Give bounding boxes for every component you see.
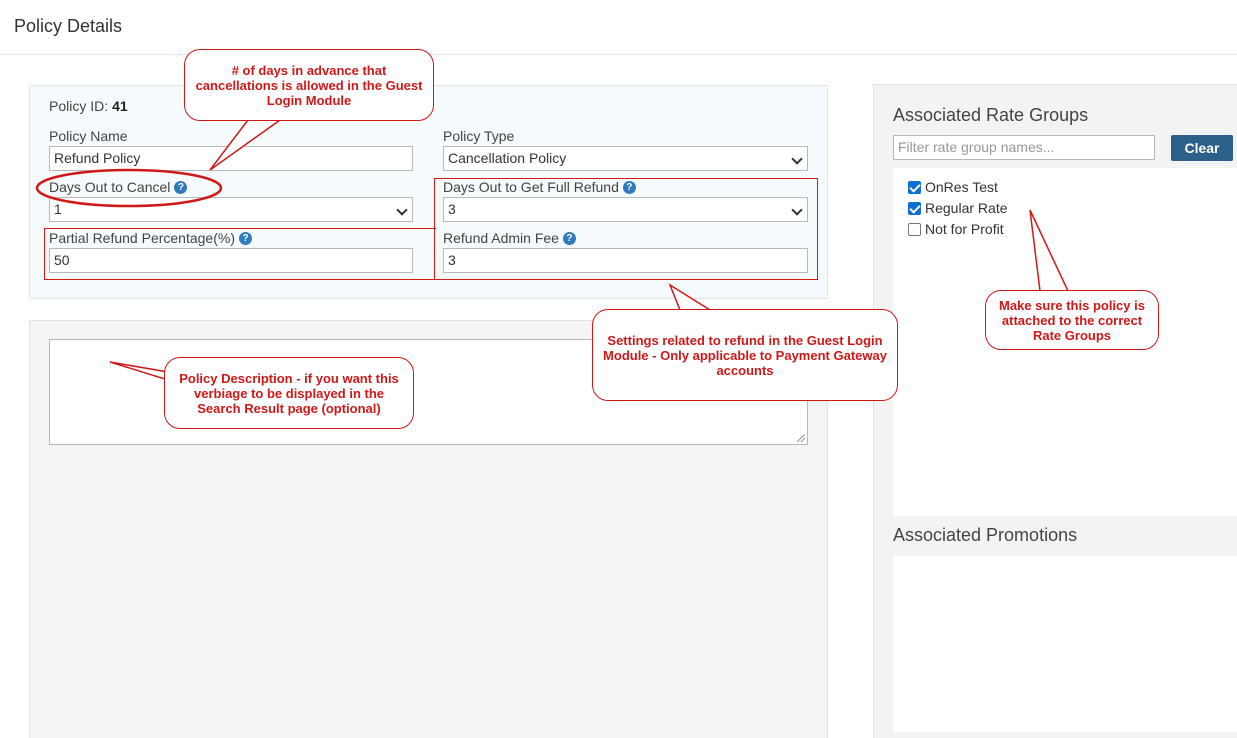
annotation-description: Policy Description - if you want this ve… [164,357,414,429]
days-out-to-cancel-select[interactable]: 1 [49,197,413,222]
rate-group-filter-input[interactable]: Filter rate group names... [893,135,1155,160]
annotation-rate-groups: Make sure this policy is attached to the… [985,290,1159,350]
annotation-days-advance: # of days in advance that cancellations … [184,49,434,121]
page-title: Policy Details [14,16,123,36]
policy-type-label: Policy Type [443,128,515,144]
chevron-down-icon [791,153,803,165]
annotation-refund-settings: Settings related to refund in the Guest … [592,309,898,401]
help-icon[interactable]: ? [174,180,188,194]
checkbox-unchecked[interactable] [908,222,921,236]
rate-group-label: Regular Rate [925,200,1008,216]
policy-type-value: Cancellation Policy [448,150,567,166]
policy-type-select[interactable]: Cancellation Policy [443,146,808,171]
clear-button[interactable]: Clear [1171,135,1233,161]
days-out-to-cancel-label: Days Out to Cancel ? [49,179,188,195]
partial-refund-highlight [44,228,436,280]
checkbox-checked[interactable] [908,201,921,215]
rate-groups-title: Associated Rate Groups [893,105,1089,125]
rate-group-label: OnRes Test [925,179,998,195]
rate-group-item[interactable]: Not for Profit [908,221,1004,237]
chevron-down-icon [396,204,408,216]
policy-name-label: Policy Name [49,128,128,144]
days-out-to-cancel-value: 1 [54,201,62,217]
policy-id-value: 41 [112,98,128,114]
resize-handle-icon[interactable] [797,434,805,442]
title-divider [0,54,1237,55]
promotions-list [893,556,1237,732]
days-out-to-cancel-text: Days Out to Cancel [49,179,171,195]
refund-settings-highlight [434,178,818,280]
policy-id: Policy ID: 41 [49,98,128,114]
policy-name-input[interactable]: Refund Policy [49,146,413,171]
checkbox-checked[interactable] [908,180,921,194]
rate-group-label: Not for Profit [925,221,1004,237]
rate-group-item[interactable]: OnRes Test [908,179,998,195]
promotions-title: Associated Promotions [893,525,1078,545]
policy-id-label: Policy ID: [49,98,109,114]
rate-group-item[interactable]: Regular Rate [908,200,1008,216]
